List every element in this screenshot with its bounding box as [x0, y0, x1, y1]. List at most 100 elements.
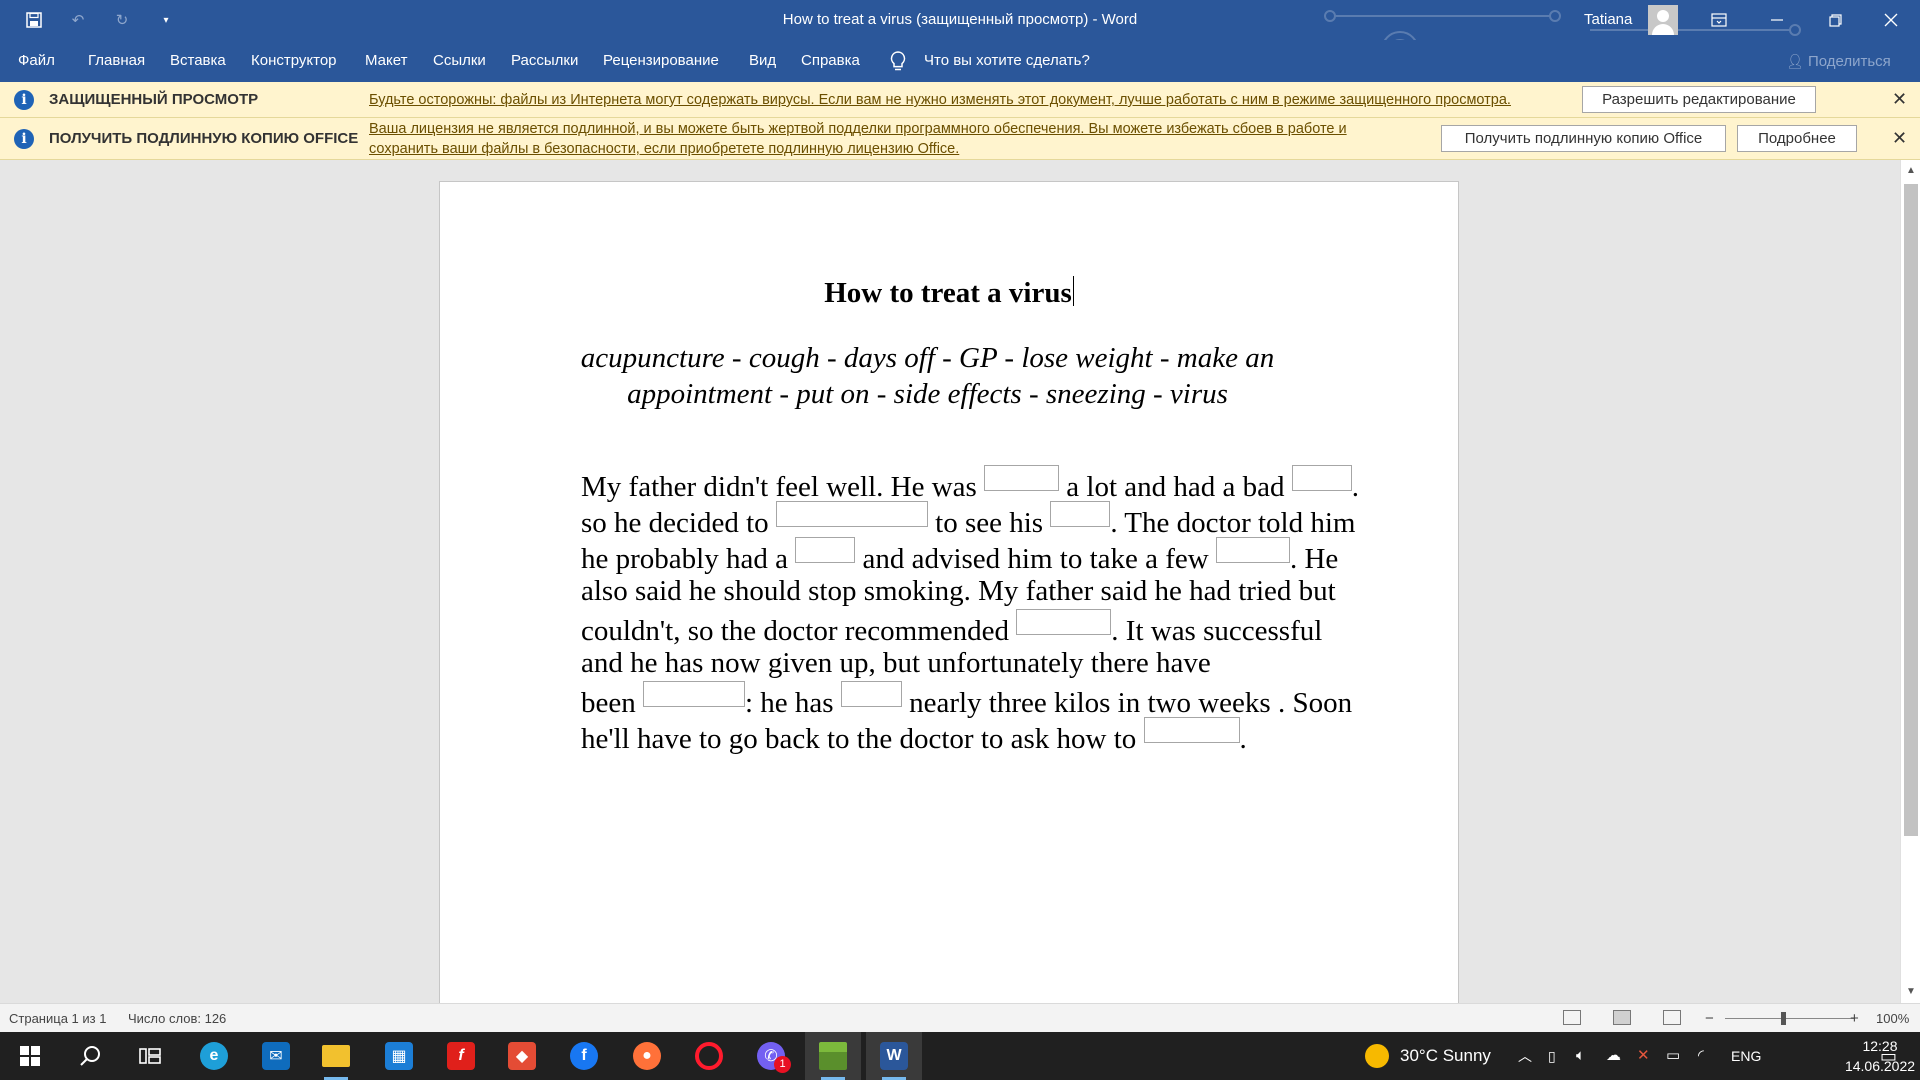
microsoft-store-icon[interactable]: ▦ — [371, 1032, 427, 1080]
text-run: . It was successful — [1111, 615, 1323, 647]
notifications-icon[interactable]: ▭ — [1880, 1032, 1897, 1080]
zoom-slider-thumb[interactable] — [1781, 1012, 1786, 1025]
answer-field-9[interactable] — [840, 681, 902, 707]
close-window-button[interactable] — [1862, 0, 1920, 40]
onedrive-icon[interactable]: ☁︎ — [1606, 1032, 1621, 1080]
zoom-out-icon[interactable]: − — [1705, 1004, 1714, 1033]
search-icon[interactable] — [62, 1032, 118, 1080]
word-icon[interactable]: W — [866, 1032, 922, 1080]
answer-field-10[interactable] — [1143, 717, 1240, 743]
text-run: and he has now given up, but unfortunate… — [581, 647, 1211, 679]
answer-field-1[interactable] — [984, 465, 1060, 491]
device-icon[interactable]: ▯ — [1548, 1032, 1556, 1080]
answer-field-2[interactable] — [1291, 465, 1352, 491]
flash-player-icon[interactable]: f — [433, 1032, 489, 1080]
answer-field-6[interactable] — [1215, 537, 1290, 563]
language-indicator[interactable]: ENG — [1731, 1032, 1761, 1080]
answer-field-5[interactable] — [795, 537, 856, 563]
answer-field-7[interactable] — [1016, 609, 1112, 635]
zoom-slider[interactable] — [1725, 1018, 1855, 1019]
office-tray-icon[interactable]: ✕ — [1637, 1032, 1650, 1080]
close-license-bar-icon[interactable]: ✕ — [1892, 128, 1907, 149]
print-layout-icon[interactable] — [1613, 1010, 1631, 1025]
vertical-scrollbar[interactable]: ▲ ▼ — [1900, 160, 1920, 1003]
quick-access-toolbar: ↶ ↻ ▾ — [16, 0, 184, 40]
text-run: . — [1351, 471, 1360, 503]
protected-view-bar: i ЗАЩИЩЕННЫЙ ПРОСМОТР Будьте осторожны: … — [0, 82, 1920, 118]
volume-icon[interactable]: 🔈︎ — [1576, 1032, 1585, 1080]
scroll-down-icon[interactable]: ▼ — [1901, 983, 1920, 1001]
zoom-level[interactable]: 100% — [1876, 1004, 1909, 1033]
share-label: Поделиться — [1807, 53, 1891, 70]
git-icon[interactable]: ◆ — [494, 1032, 550, 1080]
opera-icon[interactable] — [681, 1032, 737, 1080]
tab-design[interactable]: Конструктор — [251, 40, 337, 82]
license-message[interactable]: Ваша лицензия не является подлинной, и в… — [369, 119, 1419, 159]
lightbulb-icon — [890, 51, 906, 71]
answer-field-8[interactable] — [643, 681, 745, 707]
web-layout-icon[interactable] — [1663, 1010, 1681, 1025]
show-hidden-icons[interactable]: ︿ — [1518, 1032, 1532, 1080]
redo-icon[interactable]: ↻ — [104, 2, 140, 38]
tab-home[interactable]: Главная — [88, 40, 145, 82]
mail-icon[interactable]: ✉︎ — [248, 1032, 304, 1080]
viber-icon[interactable]: ✆ 1 — [743, 1032, 799, 1080]
scroll-thumb[interactable] — [1904, 184, 1918, 836]
customize-toolbar-icon[interactable]: ▾ — [148, 2, 184, 38]
page-count[interactable]: Страница 1 из 1 — [9, 1004, 106, 1033]
undo-icon[interactable]: ↶ — [60, 2, 96, 38]
protected-view-message[interactable]: Будьте осторожны: файлы из Интернета мог… — [369, 90, 1511, 110]
tab-review[interactable]: Рецензирование — [603, 40, 719, 82]
text-run: been — [581, 687, 643, 719]
task-view-icon[interactable] — [122, 1032, 178, 1080]
user-avatar[interactable] — [1648, 5, 1678, 35]
tab-insert[interactable]: Вставка — [170, 40, 226, 82]
enable-editing-button[interactable]: Разрешить редактирование — [1582, 86, 1816, 113]
license-bar: i ПОЛУЧИТЬ ПОДЛИННУЮ КОПИЮ OFFICE Ваша л… — [0, 118, 1920, 160]
tab-help[interactable]: Справка — [801, 40, 860, 82]
save-icon[interactable] — [16, 2, 52, 38]
restore-button[interactable] — [1806, 0, 1864, 40]
text-run: he'll have to go back to the doctor to a… — [581, 723, 1144, 755]
battery-icon[interactable]: ▭ — [1666, 1032, 1680, 1080]
weather-text[interactable]: 30°C Sunny — [1400, 1032, 1491, 1080]
text-run: : he has — [745, 687, 841, 719]
user-name[interactable]: Tatiana — [1584, 0, 1632, 40]
facebook-icon[interactable]: f — [556, 1032, 612, 1080]
zoom-in-icon[interactable]: + — [1850, 1004, 1859, 1033]
tab-mailings[interactable]: Рассылки — [511, 40, 578, 82]
firefox-icon[interactable]: ● — [619, 1032, 675, 1080]
date: 14.06.2022 — [1844, 1058, 1916, 1074]
minimize-button[interactable] — [1748, 0, 1806, 40]
text-run: a lot and had a bad — [1059, 471, 1292, 503]
word-count[interactable]: Число слов: 126 — [128, 1004, 226, 1033]
windows-taskbar: e ✉︎ ▦ f ◆ f ● ✆ 1 W 30°C Sunny ︿ ▯ 🔈︎ ☁… — [0, 1032, 1920, 1080]
tab-view[interactable]: Вид — [749, 40, 776, 82]
edge-icon[interactable]: e — [186, 1032, 242, 1080]
ribbon-tabs: Файл Главная Вставка Конструктор Макет С… — [0, 40, 1920, 82]
ribbon-display-options-icon[interactable] — [1690, 0, 1748, 40]
window-title: How to treat a virus (защищенный просмот… — [782, 11, 1138, 28]
close-protected-bar-icon[interactable]: ✕ — [1892, 89, 1907, 110]
exercise-paragraph: My father didn't feel well. He was a lot… — [581, 465, 1401, 755]
share-button[interactable]: 👤︎ Поделиться — [1786, 40, 1891, 82]
license-message-line-2: сохранить ваши файлы в безопасности, есл… — [369, 141, 960, 157]
answer-field-4[interactable] — [1050, 501, 1111, 527]
tab-layout[interactable]: Макет — [365, 40, 407, 82]
tab-references[interactable]: Ссылки — [433, 40, 486, 82]
minecraft-icon[interactable] — [805, 1032, 861, 1080]
answer-field-3[interactable] — [775, 501, 928, 527]
tell-me-search[interactable]: Что вы хотите сделать? — [924, 40, 1090, 82]
windows-start-icon[interactable] — [2, 1032, 58, 1080]
tab-file[interactable]: Файл — [18, 40, 55, 82]
file-explorer-icon[interactable] — [308, 1032, 364, 1080]
read-mode-icon[interactable] — [1563, 1010, 1581, 1025]
get-genuine-office-button[interactable]: Получить подлинную копию Office — [1441, 125, 1726, 152]
learn-more-button[interactable]: Подробнее — [1737, 125, 1857, 152]
clock[interactable]: 12:28 14.06.2022 — [1838, 1032, 1920, 1080]
scroll-up-icon[interactable]: ▲ — [1901, 162, 1920, 180]
document-page[interactable]: How to treat a virus acupuncture - cough… — [439, 181, 1459, 1003]
wifi-icon[interactable]: ◜ — [1698, 1032, 1704, 1080]
document-heading[interactable]: How to treat a virus — [440, 276, 1458, 310]
text-run: so he decided to — [581, 507, 776, 539]
